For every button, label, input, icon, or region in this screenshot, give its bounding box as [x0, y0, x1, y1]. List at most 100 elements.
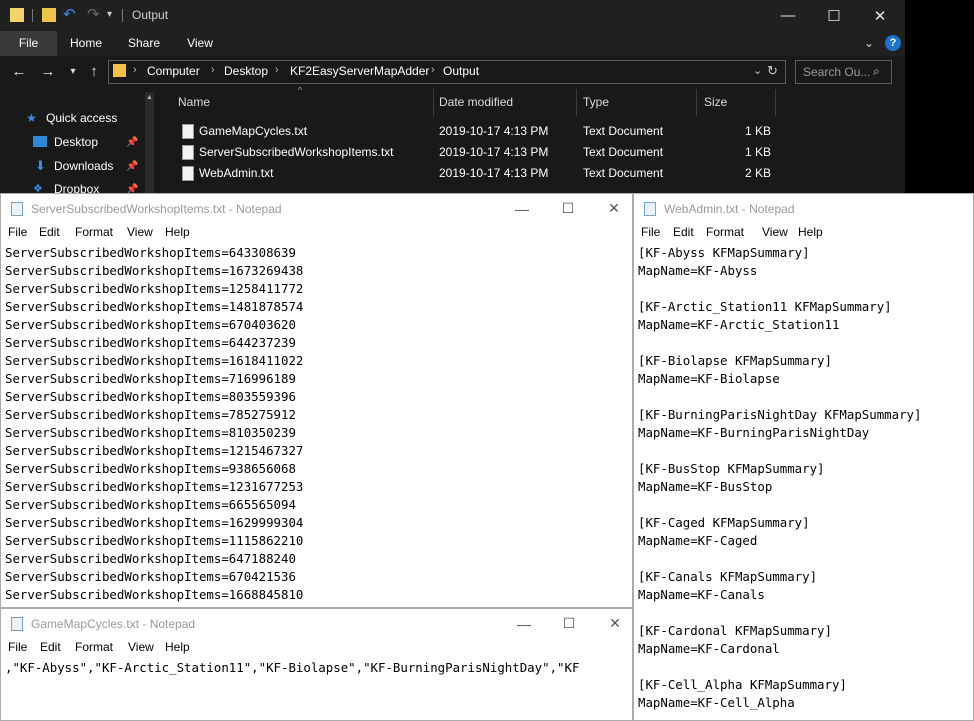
maximize-button[interactable]: ☐: [546, 609, 592, 638]
text-line: ServerSubscribedWorkshopItems=644237239: [5, 335, 296, 350]
file-type: Text Document: [583, 166, 664, 180]
window-title: Output: [132, 8, 169, 22]
text-line: ServerSubscribedWorkshopItems=665565094: [5, 497, 296, 512]
menu-help[interactable]: Help: [798, 225, 823, 239]
file-name: ServerSubscribedWorkshopItems.txt: [199, 145, 394, 159]
column-header-name[interactable]: Name: [178, 87, 210, 118]
text-line: ServerSubscribedWorkshopItems=1258411772: [5, 281, 304, 296]
text-line: ServerSubscribedWorkshopItems=1629999304: [5, 515, 304, 530]
scroll-up-icon[interactable]: ▲: [146, 94, 153, 102]
text-line: [KF-Canals KFMapSummary]: [638, 569, 818, 584]
menu-view[interactable]: View: [762, 225, 788, 239]
menu-edit[interactable]: Edit: [40, 640, 61, 654]
title-bar: WebAdmin.txt - Notepad: [634, 194, 973, 223]
pin-icon[interactable]: 📌: [126, 137, 138, 148]
file-type: Text Document: [583, 124, 664, 138]
file-row[interactable]: WebAdmin.txt 2019-10-17 4:13 PM Text Doc…: [158, 163, 905, 184]
menu-bar: File Edit Format View Help: [1, 223, 632, 243]
file-size: 1 KB: [745, 145, 772, 159]
text-file-icon: [182, 124, 194, 139]
chevron-down-icon[interactable]: ⌄: [753, 64, 762, 77]
menu-view[interactable]: View: [128, 640, 154, 654]
nav-item-label: Downloads: [54, 159, 114, 173]
menu-edit[interactable]: Edit: [39, 225, 60, 239]
customize-toolbar-icon[interactable]: ▾: [107, 8, 121, 22]
text-line: MapName=KF-BusStop: [638, 479, 773, 494]
menu-file[interactable]: File: [641, 225, 660, 239]
close-button[interactable]: ✕: [592, 609, 632, 638]
close-button[interactable]: ✕: [591, 194, 632, 223]
window-title: GameMapCycles.txt - Notepad: [31, 617, 196, 631]
file-row[interactable]: ServerSubscribedWorkshopItems.txt 2019-1…: [158, 142, 905, 163]
help-icon[interactable]: ?: [885, 35, 901, 51]
divider[interactable]: [576, 89, 577, 116]
tab-home[interactable]: Home: [62, 31, 110, 56]
menu-help[interactable]: Help: [165, 225, 190, 239]
menu-file[interactable]: File: [8, 640, 27, 654]
notepad-gamemapcycles-window: GameMapCycles.txt - Notepad — ☐ ✕ File E…: [0, 608, 633, 721]
breadcrumb-kf2easyservermapadder[interactable]: KF2EasyServerMapAdder: [290, 64, 429, 78]
menu-format[interactable]: Format: [706, 225, 744, 239]
file-date: 2019-10-17 4:13 PM: [439, 124, 549, 138]
file-row[interactable]: GameMapCycles.txt 2019-10-17 4:13 PM Tex…: [158, 121, 905, 142]
text-line: [KF-Cardonal KFMapSummary]: [638, 623, 832, 638]
text-line: ServerSubscribedWorkshopItems=938656068: [5, 461, 296, 476]
menu-edit[interactable]: Edit: [673, 225, 694, 239]
close-button[interactable]: ✕: [857, 0, 903, 31]
maximize-button[interactable]: ☐: [545, 194, 591, 223]
text-line: [KF-BurningParisNightDay KFMapSummary]: [638, 407, 922, 422]
title-bar: ServerSubscribedWorkshopItems.txt - Note…: [1, 194, 632, 223]
tab-view[interactable]: View: [176, 31, 224, 56]
up-arrow-icon[interactable]: ↑: [84, 62, 104, 82]
text-line: ServerSubscribedWorkshopItems=1115862210: [5, 533, 304, 548]
minimize-button[interactable]: —: [501, 609, 547, 638]
minimize-button[interactable]: —: [765, 0, 811, 31]
text-area[interactable]: ServerSubscribedWorkshopItems=643308639 S…: [1, 243, 632, 607]
text-area[interactable]: [KF-Abyss KFMapSummary] MapName=KF-Abyss […: [634, 243, 973, 720]
pin-icon[interactable]: 📌: [126, 161, 138, 172]
recent-locations-icon[interactable]: ▾: [63, 62, 83, 82]
text-line: ServerSubscribedWorkshopItems=643308639: [5, 245, 296, 260]
text-line: ServerSubscribedWorkshopItems=785275912: [5, 407, 296, 422]
expand-ribbon-icon[interactable]: ⌄: [864, 36, 874, 50]
navigation-bar: ← → ▾ ↑ › Computer › Desktop › KF2EasySe…: [0, 56, 905, 87]
column-header-date-modified[interactable]: Date modified: [439, 87, 513, 118]
properties-icon[interactable]: [42, 8, 56, 22]
refresh-icon[interactable]: ↻: [767, 63, 778, 79]
menu-help[interactable]: Help: [165, 640, 190, 654]
menu-view[interactable]: View: [127, 225, 153, 239]
maximize-button[interactable]: ☐: [811, 0, 857, 31]
address-bar[interactable]: › Computer › Desktop › KF2EasyServerMapA…: [108, 60, 786, 84]
divider[interactable]: [433, 89, 434, 116]
search-box[interactable]: Search Ou... ⌕: [795, 60, 892, 84]
tab-file[interactable]: File: [0, 31, 57, 56]
nav-pane-scrollbar[interactable]: ▲: [145, 92, 154, 193]
text-line: MapName=KF-Biolapse: [638, 371, 780, 386]
file-name: GameMapCycles.txt: [199, 124, 308, 138]
menu-format[interactable]: Format: [75, 640, 113, 654]
redo-icon[interactable]: ↷: [87, 7, 101, 22]
text-area[interactable]: ,"KF-Abyss","KF-Arctic_Station11","KF-Bi…: [1, 658, 632, 720]
menu-file[interactable]: File: [8, 225, 27, 239]
undo-icon[interactable]: ↶: [63, 7, 77, 22]
tab-share[interactable]: Share: [120, 31, 168, 56]
column-header-size[interactable]: Size: [704, 87, 727, 118]
breadcrumb-output[interactable]: Output: [443, 64, 479, 78]
divider[interactable]: [696, 89, 697, 116]
back-arrow-icon[interactable]: ←: [9, 62, 29, 82]
divider[interactable]: [775, 89, 776, 116]
text-line: [KF-Cell_Alpha KFMapSummary]: [638, 677, 847, 692]
search-icon[interactable]: ⌕: [873, 64, 880, 79]
menu-bar: File Edit Format View Help: [634, 223, 973, 243]
breadcrumb-computer[interactable]: Computer: [147, 64, 200, 78]
ribbon-tabs: File Home Share View ⌄ ?: [0, 31, 905, 56]
breadcrumb-desktop[interactable]: Desktop: [224, 64, 268, 78]
forward-arrow-icon[interactable]: →: [38, 62, 58, 82]
minimize-button[interactable]: —: [499, 194, 545, 223]
notepad-folder-icon: [10, 8, 24, 22]
file-name: WebAdmin.txt: [199, 166, 274, 180]
notepad-icon: [11, 202, 23, 216]
column-header-type[interactable]: Type: [583, 87, 609, 118]
nav-item-label: Quick access: [46, 111, 118, 125]
menu-format[interactable]: Format: [75, 225, 113, 239]
